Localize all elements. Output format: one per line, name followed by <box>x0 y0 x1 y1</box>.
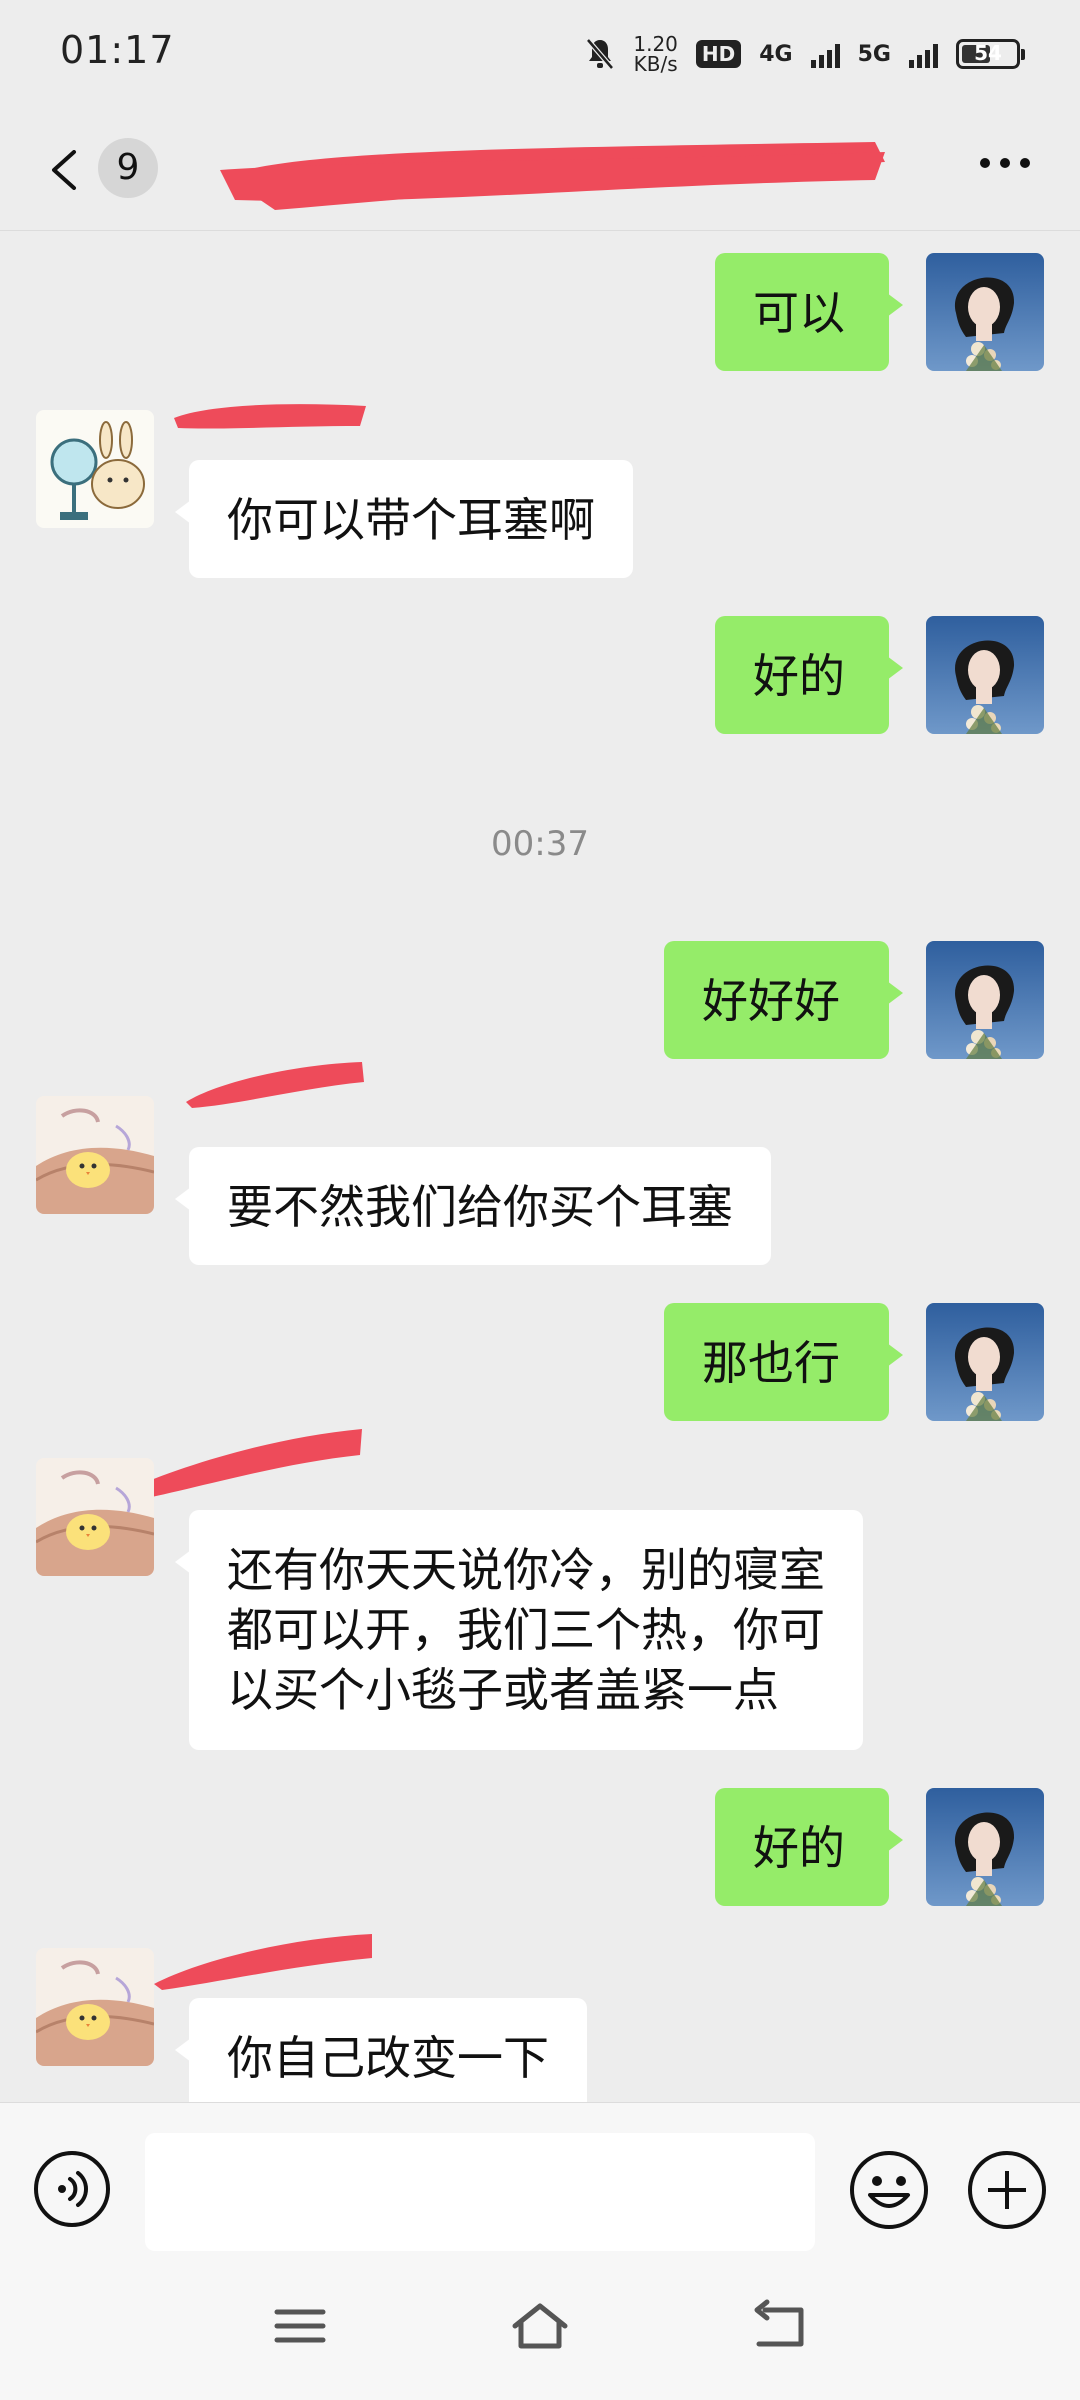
message-input[interactable] <box>145 2133 815 2251</box>
input-bar <box>0 2102 1080 2253</box>
my-message-bubble[interactable]: 好好好 <box>664 941 903 1059</box>
plus-icon[interactable] <box>966 2149 1048 2231</box>
my-message-bubble[interactable]: 好的 <box>715 616 903 734</box>
status-icons: 1.20 KB/s HD 4G 5G 54 <box>585 32 1025 76</box>
emoji-icon[interactable] <box>848 2149 930 2231</box>
battery-percent: 54 <box>974 41 1002 65</box>
my-message-bubble[interactable]: 可以 <box>715 253 903 371</box>
redacted-sender-name <box>174 404 366 429</box>
redacted-sender-name <box>186 1062 364 1108</box>
hd-badge: HD <box>695 40 742 68</box>
my-message-bubble[interactable]: 好的 <box>715 1788 903 1906</box>
net-speed: 1.20 KB/s <box>633 32 678 76</box>
bunny-fan-avatar[interactable] <box>36 410 154 528</box>
chat-timestamp: 00:37 <box>491 824 589 864</box>
chick-avatar[interactable] <box>36 1096 154 1214</box>
my-avatar[interactable] <box>926 616 1044 734</box>
mute-bell-icon <box>586 38 615 70</box>
their-message-bubble[interactable]: 要不然我们给你买个耳塞 <box>175 1147 771 1265</box>
chat-header: 9 <box>0 110 1080 231</box>
voice-icon[interactable] <box>32 2149 112 2229</box>
more-dots-icon[interactable] <box>980 158 1030 168</box>
my-avatar[interactable] <box>926 1303 1044 1421</box>
their-message-bubble[interactable]: 你可以带个耳塞啊 <box>175 460 633 578</box>
my-avatar[interactable] <box>926 1788 1044 1906</box>
chick-avatar[interactable] <box>36 1948 154 2066</box>
message-list[interactable]: 可以 你可以带个耳塞啊 好的 00:37 好好好 要不然我们给你买个耳塞 那也行… <box>0 230 1080 2102</box>
status-bar: 01:17 1.20 KB/s HD 4G 5G 54 <box>0 0 1080 110</box>
status-time: 01:17 <box>60 28 175 72</box>
signal-icon <box>909 40 938 68</box>
redacted-sender-name <box>154 1934 372 1990</box>
unread-count-badge[interactable]: 9 <box>98 138 158 198</box>
chick-avatar[interactable] <box>36 1458 154 1576</box>
sim2-label: 5G <box>857 41 891 67</box>
system-nav-bar <box>0 2252 1080 2400</box>
chevron-left-icon[interactable] <box>48 150 80 190</box>
home-icon[interactable] <box>505 2296 575 2356</box>
menu-icon[interactable] <box>265 2296 335 2356</box>
redacted-chat-title <box>220 142 885 210</box>
back-arrow-icon[interactable] <box>745 2296 815 2356</box>
battery-icon: 54 <box>956 39 1025 69</box>
my-avatar[interactable] <box>926 253 1044 371</box>
sim1-label: 4G <box>759 41 793 67</box>
their-message-bubble[interactable]: 还有你天天说你冷，别的寝室 都可以开，我们三个热，你可 以买个小毯子或者盖紧一点 <box>175 1510 863 1750</box>
their-message-bubble[interactable]: 你自己改变一下 <box>175 1998 587 2102</box>
my-message-bubble[interactable]: 那也行 <box>664 1303 903 1421</box>
my-avatar[interactable] <box>926 941 1044 1059</box>
signal-icon <box>810 40 840 68</box>
